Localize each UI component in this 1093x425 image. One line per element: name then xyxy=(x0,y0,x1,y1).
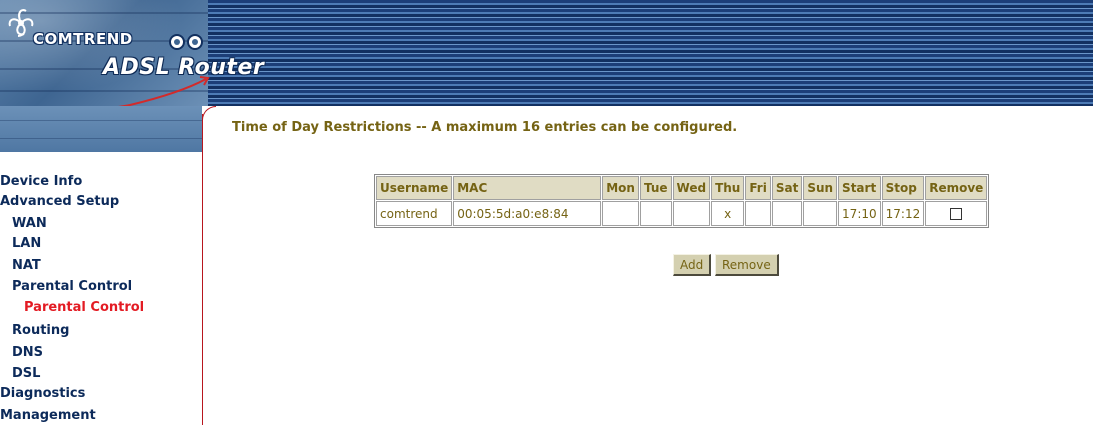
cell-sat xyxy=(771,201,803,226)
column-header-wed: Wed xyxy=(672,176,711,200)
sidebar-item-routing[interactable]: Routing xyxy=(12,322,69,339)
column-header-stop: Stop xyxy=(881,176,925,200)
sidebar-item-lan[interactable]: LAN xyxy=(12,235,41,252)
cell-username: comtrend xyxy=(376,201,453,226)
sidebar-item-parental-control[interactable]: Parental Control xyxy=(12,278,132,295)
sidebar-item-management[interactable]: Management xyxy=(0,407,96,424)
cell-thu: x xyxy=(711,201,745,226)
sidebar-item-dsl[interactable]: DSL xyxy=(12,365,40,382)
page-title: Time of Day Restrictions -- A maximum 16… xyxy=(232,120,738,135)
sidebar-item-nat[interactable]: NAT xyxy=(12,257,41,274)
cell-tue xyxy=(639,201,672,226)
add-button[interactable]: Add xyxy=(673,254,712,276)
column-header-mon: Mon xyxy=(602,176,639,200)
sidebar-divider xyxy=(202,114,203,425)
cell-sun xyxy=(803,201,838,226)
sidebar-item-diagnostics[interactable]: Diagnostics xyxy=(0,385,85,402)
table-row: comtrend 00:05:5d:a0:e8:84 x 17:10 17:12 xyxy=(376,201,988,226)
sidebar-subitem-parental-control[interactable]: Parental Control xyxy=(24,299,144,316)
sidebar-item-advanced-setup[interactable]: Advanced Setup xyxy=(0,193,119,210)
table-header-row: Username MAC Mon Tue Wed Thu Fri Sat Sun… xyxy=(376,176,988,200)
brand-logo-text: COMTREND xyxy=(33,30,133,48)
sidebar-banner xyxy=(0,106,202,152)
cell-mon xyxy=(602,201,639,226)
column-header-sat: Sat xyxy=(771,176,803,200)
column-header-start: Start xyxy=(838,176,881,200)
sidebar-item-dns[interactable]: DNS xyxy=(12,344,43,361)
sidebar-item-device-info[interactable]: Device Info xyxy=(0,173,82,190)
column-header-fri: Fri xyxy=(745,176,771,200)
logo-circles-icon xyxy=(169,34,203,50)
column-header-thu: Thu xyxy=(711,176,745,200)
cell-mac: 00:05:5d:a0:e8:84 xyxy=(453,201,602,226)
column-header-mac: MAC xyxy=(453,176,602,200)
cell-wed xyxy=(672,201,711,226)
remove-button[interactable]: Remove xyxy=(715,254,779,276)
column-header-remove: Remove xyxy=(925,176,988,200)
logo-panel: COMTREND ADSL Router xyxy=(0,0,264,112)
sidebar-item-wan[interactable]: WAN xyxy=(12,215,47,232)
cell-fri xyxy=(745,201,771,226)
header-banner: COMTREND ADSL Router xyxy=(0,0,1093,112)
cell-stop: 17:12 xyxy=(881,201,925,226)
product-title: ADSL Router xyxy=(103,55,265,80)
column-header-sun: Sun xyxy=(803,176,838,200)
remove-checkbox[interactable] xyxy=(950,208,963,220)
cell-remove xyxy=(925,201,988,226)
column-header-username: Username xyxy=(376,176,453,200)
restrictions-table: Username MAC Mon Tue Wed Thu Fri Sat Sun… xyxy=(374,174,990,228)
cell-start: 17:10 xyxy=(838,201,881,226)
column-header-tue: Tue xyxy=(639,176,672,200)
